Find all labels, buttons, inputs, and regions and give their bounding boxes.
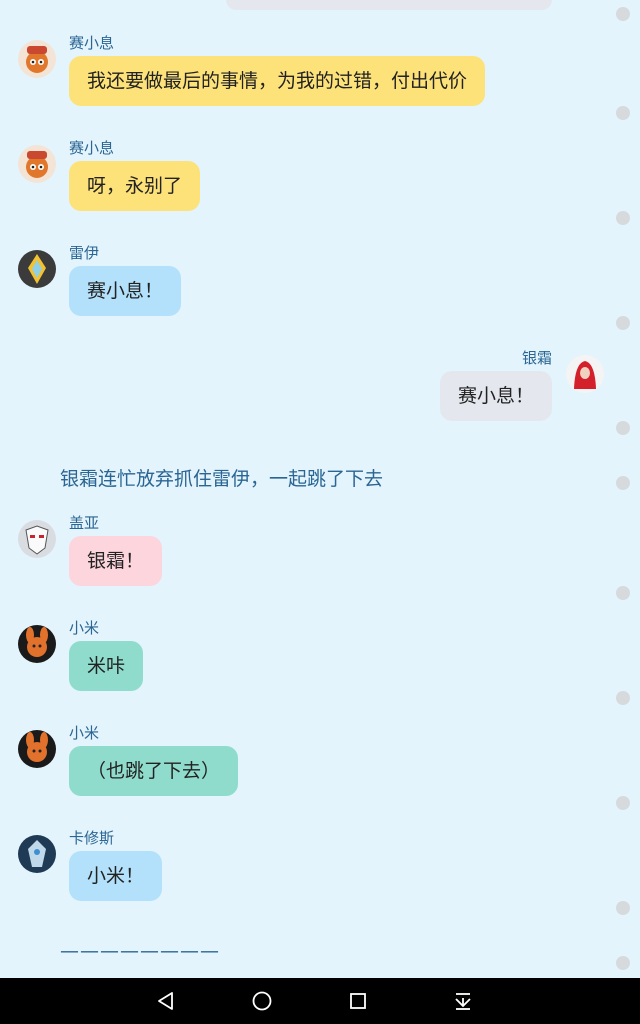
message-bubble[interactable]: 呀，永别了 — [69, 161, 201, 211]
message-bubble[interactable]: 我还要做最后的事情，为我的过错，付出代价 — [69, 56, 486, 106]
message-bubble[interactable]: 赛小息！ — [439, 371, 552, 421]
divider-text: ———————— — [60, 940, 220, 962]
scroll-dot — [616, 901, 630, 915]
message-bubble[interactable]: 米咔 — [69, 641, 144, 691]
message-bubble[interactable]: （也跳了下去） — [69, 746, 239, 796]
sender-name: 盖亚 — [69, 514, 100, 532]
recents-icon[interactable] — [328, 978, 388, 1024]
message-bubble[interactable]: 赛小息！ — [69, 266, 182, 316]
scroll-dot — [616, 7, 630, 21]
scroll-dot — [616, 796, 630, 810]
navigation-bar — [0, 978, 640, 1024]
previous-message-bubble — [226, 0, 552, 10]
home-icon[interactable] — [232, 978, 292, 1024]
sender-name: 卡修斯 — [69, 829, 115, 847]
xiaomi-avatar[interactable] — [18, 625, 56, 663]
message-bubble[interactable]: 小米！ — [69, 851, 163, 901]
scroll-dot — [616, 211, 630, 225]
chat-area[interactable]: 赛小息 我还要做最后的事情，为我的过错，付出代价 赛小息 呀，永别了 雷伊 赛小… — [0, 0, 640, 978]
sender-name: 小米 — [69, 724, 100, 742]
message-bubble[interactable]: 银霜！ — [69, 536, 163, 586]
saixiaoxi-avatar[interactable] — [18, 40, 56, 78]
yinshuang-avatar[interactable] — [566, 355, 604, 393]
scroll-dot — [616, 691, 630, 705]
scroll-dot — [616, 106, 630, 120]
scroll-dot — [616, 421, 630, 435]
saixiaoxi-avatar[interactable] — [18, 145, 56, 183]
gaiya-avatar[interactable] — [18, 520, 56, 558]
narration-text: 银霜连忙放弃抓住雷伊，一起跳了下去 — [60, 468, 384, 490]
sender-name: 赛小息 — [69, 34, 115, 52]
sender-name: 银霜 — [521, 349, 552, 367]
scroll-dot — [616, 956, 630, 970]
scroll-dot — [616, 316, 630, 330]
scroll-dot — [616, 476, 630, 490]
kaxiusi-avatar[interactable] — [18, 835, 56, 873]
sender-name: 雷伊 — [69, 244, 100, 262]
sender-name: 小米 — [69, 619, 100, 637]
scroll-dot — [616, 586, 630, 600]
back-icon[interactable] — [136, 978, 196, 1024]
leiyi-avatar[interactable] — [18, 250, 56, 288]
pull-down-icon[interactable] — [433, 978, 493, 1024]
sender-name: 赛小息 — [69, 139, 115, 157]
xiaomi-avatar[interactable] — [18, 730, 56, 768]
